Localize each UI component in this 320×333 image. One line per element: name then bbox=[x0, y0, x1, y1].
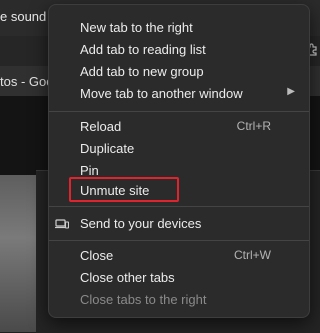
menu-item-label: Add tab to reading list bbox=[80, 42, 206, 57]
menu-item-label: Pin bbox=[80, 163, 99, 178]
menu-item-label: Move tab to another window bbox=[80, 86, 243, 101]
menu-item-label: Close other tabs bbox=[80, 270, 175, 285]
menu-item-shortcut: Ctrl+W bbox=[234, 248, 271, 262]
menu-item-label: Close tabs to the right bbox=[80, 292, 207, 307]
menu-item-new-tab-right[interactable]: New tab to the right bbox=[49, 17, 309, 39]
tab-context-menu: New tab to the right Add tab to reading … bbox=[48, 4, 310, 318]
menu-separator bbox=[49, 240, 309, 241]
menu-item-close[interactable]: Close Ctrl+W bbox=[49, 245, 309, 267]
menu-item-shortcut: Ctrl+R bbox=[236, 119, 271, 133]
menu-item-reload[interactable]: Reload Ctrl+R bbox=[49, 116, 309, 138]
menu-item-label: Add tab to new group bbox=[80, 64, 204, 79]
submenu-arrow-icon: ▶ bbox=[287, 86, 295, 97]
menu-item-close-other-tabs[interactable]: Close other tabs bbox=[49, 267, 309, 289]
menu-item-label: Send to your devices bbox=[80, 216, 202, 231]
menu-item-move-to-another-window[interactable]: Move tab to another window ▶ bbox=[49, 83, 309, 105]
menu-item-add-to-reading-list[interactable]: Add tab to reading list bbox=[49, 39, 309, 61]
menu-item-label: Close bbox=[80, 248, 114, 263]
menu-separator bbox=[49, 206, 309, 207]
send-to-devices-icon bbox=[55, 217, 70, 231]
page-image bbox=[0, 175, 36, 332]
menu-item-label: Reload bbox=[80, 119, 122, 134]
menu-item-add-to-new-group[interactable]: Add tab to new group bbox=[49, 61, 309, 83]
menu-item-close-tabs-right: Close tabs to the right bbox=[49, 289, 309, 311]
tab-title-second[interactable]: tos - Goo bbox=[0, 74, 53, 89]
highlight-outline bbox=[69, 177, 179, 202]
menu-item-label: Duplicate bbox=[80, 141, 135, 156]
menu-item-duplicate[interactable]: Duplicate bbox=[49, 138, 309, 160]
menu-separator bbox=[49, 111, 309, 112]
menu-item-send-to-devices[interactable]: Send to your devices bbox=[49, 213, 309, 235]
menu-item-label: New tab to the right bbox=[80, 20, 193, 35]
